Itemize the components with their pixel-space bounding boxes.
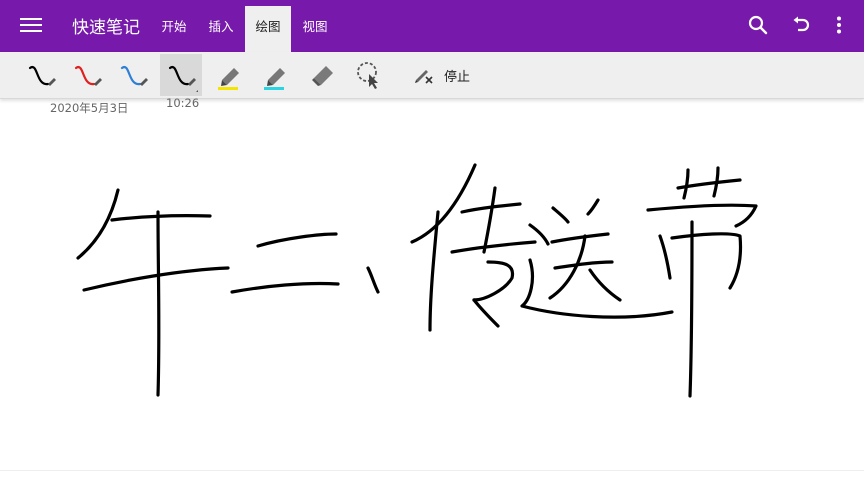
pen-icon — [120, 65, 148, 86]
drawing-toolbar: 停止 — [0, 52, 864, 99]
lasso-icon — [357, 62, 378, 89]
highlighter-icon — [264, 68, 285, 90]
undo-icon[interactable] — [790, 14, 812, 36]
page-bottom-divider — [0, 470, 864, 471]
handwriting-ink — [76, 163, 758, 398]
lasso-select-tool[interactable] — [348, 54, 390, 96]
tab-view[interactable]: 视图 — [291, 0, 339, 52]
app-title: 快速笔记 — [72, 18, 140, 38]
stop-label: 停止 — [444, 70, 471, 85]
pen-blue-tool[interactable] — [112, 54, 154, 96]
pen-icon — [168, 65, 198, 92]
app-bar: 快速笔记 开始 插入 绘图 视图 — [0, 0, 864, 52]
highlighter-yellow-tool[interactable] — [208, 54, 250, 96]
eraser-icon — [312, 66, 333, 86]
pen-red-tool[interactable] — [66, 54, 108, 96]
pen-black-selected-tool[interactable] — [160, 54, 202, 96]
tab-home[interactable]: 开始 — [150, 0, 198, 52]
more-vertical-icon[interactable] — [828, 14, 850, 36]
menu-icon[interactable] — [20, 15, 42, 35]
highlighter-cyan-tool[interactable] — [254, 54, 296, 96]
eraser-tool[interactable] — [302, 54, 344, 96]
pen-icon — [28, 65, 56, 86]
highlighter-icon — [218, 68, 239, 90]
search-icon[interactable] — [747, 14, 769, 36]
tab-draw[interactable]: 绘图 — [245, 6, 291, 52]
pen-black-tool[interactable] — [20, 54, 62, 96]
pen-icon — [74, 65, 102, 86]
tab-insert[interactable]: 插入 — [198, 0, 244, 52]
stop-drawing-button[interactable]: 停止 — [412, 62, 470, 88]
pen-stop-icon — [415, 70, 433, 84]
ink-canvas[interactable] — [0, 99, 864, 486]
